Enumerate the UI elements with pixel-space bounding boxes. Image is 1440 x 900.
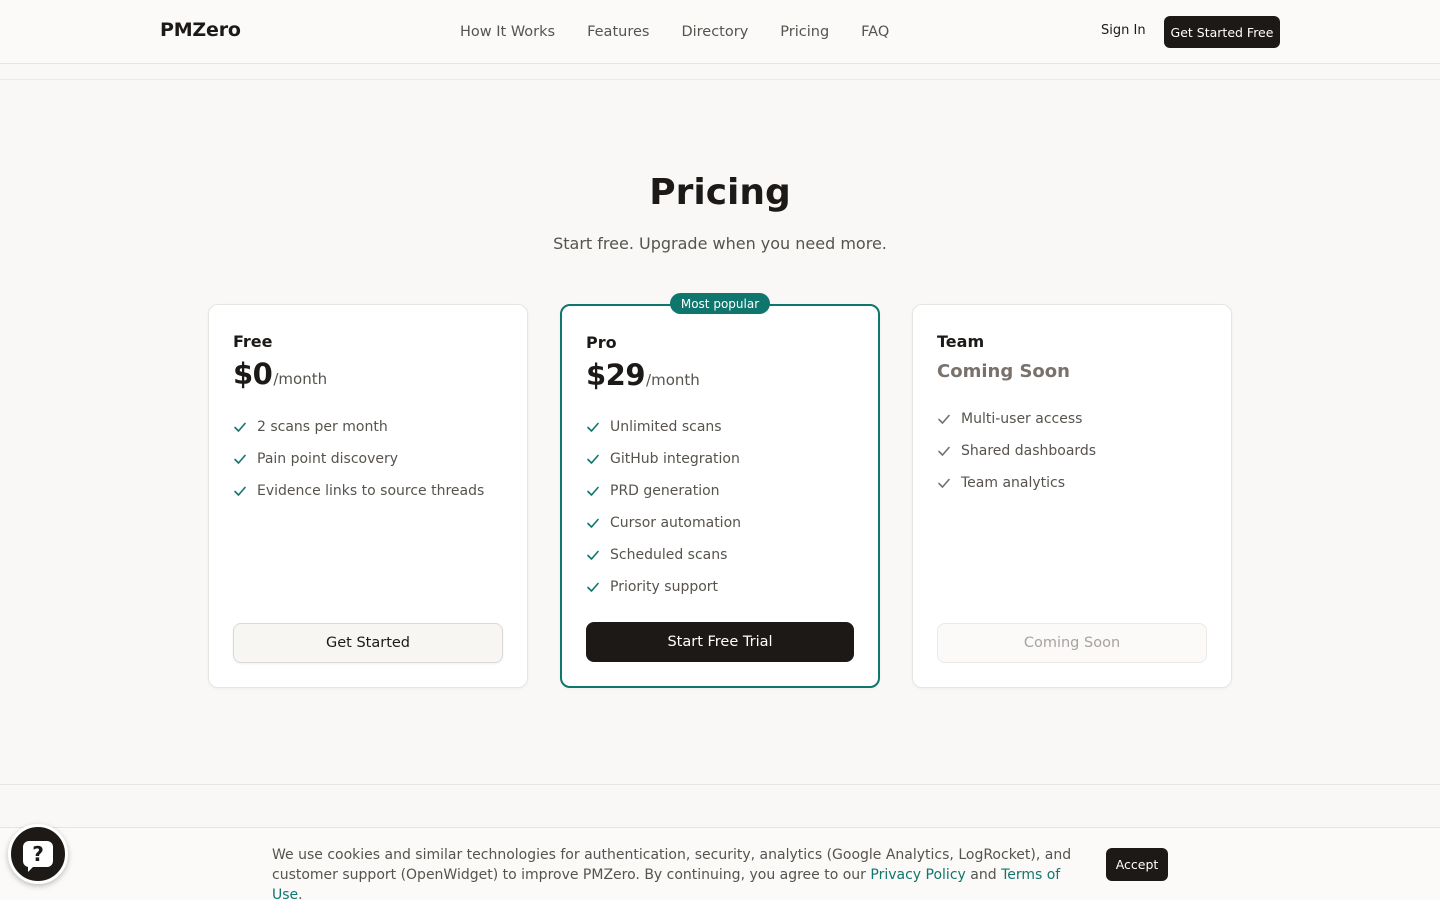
plan-status: Coming Soon [937,361,1070,382]
feature-label: Pain point discovery [257,451,399,467]
price-amount: $29 [586,358,646,392]
feature-item: Unlimited scans [586,411,741,443]
feature-label: PRD generation [610,483,720,499]
cookie-and: and [965,867,1002,883]
feature-item: Cursor automation [586,507,741,539]
feature-list: 2 scans per month Pain point discovery E… [233,411,484,507]
divider [0,79,1440,80]
accept-cookies-button[interactable]: Accept [1106,848,1168,881]
check-icon [587,486,599,496]
cookie-banner: We use cookies and similar technologies … [0,827,1440,900]
plan-card-free: Free $0 /month 2 scans per month Pain po… [208,304,528,688]
check-icon [587,454,599,464]
feature-label: 2 scans per month [257,419,388,435]
cookie-message: We use cookies and similar technologies … [272,845,1092,900]
plan-name: Free [233,332,273,351]
plan-price: $0 /month [233,357,327,391]
price-amount: $0 [233,357,273,391]
start-free-trial-button[interactable]: Start Free Trial [586,622,854,662]
feature-item: Evidence links to source threads [233,475,484,507]
feature-label: Evidence links to source threads [257,483,485,499]
price-period: /month [273,370,328,388]
feature-label: Shared dashboards [961,443,1097,459]
check-icon [234,422,246,432]
get-started-button[interactable]: Get Started [233,623,503,663]
feature-list: Unlimited scans GitHub integration PRD g… [586,411,741,603]
feature-label: Scheduled scans [610,547,728,563]
feature-label: GitHub integration [610,451,740,467]
coming-soon-button: Coming Soon [937,623,1207,663]
pricing-title: Pricing [649,172,791,213]
feature-label: Team analytics [961,475,1066,491]
feature-item: Team analytics [937,467,1096,499]
check-icon [234,454,246,464]
feature-item: 2 scans per month [233,411,484,443]
nav-directory[interactable]: Directory [681,22,748,42]
check-icon [587,518,599,528]
check-icon [587,550,599,560]
feature-list: Multi-user access Shared dashboards Team… [937,403,1096,499]
section-divider [0,784,1440,785]
most-popular-badge: Most popular [670,293,770,314]
privacy-policy-link[interactable]: Privacy Policy [870,867,965,883]
cookie-period: . [298,887,303,900]
question-mark-icon: ? [23,841,53,872]
check-icon [938,478,950,488]
feature-label: Unlimited scans [610,419,722,435]
plan-price: $29 /month [586,358,700,392]
feature-item: Multi-user access [937,403,1096,435]
check-icon [938,446,950,456]
get-started-free-button[interactable]: Get Started Free [1164,16,1280,48]
sign-in-link[interactable]: Sign In [1101,23,1146,38]
help-widget-button[interactable]: ? [8,824,68,884]
pricing-subtitle: Start free. Upgrade when you need more. [553,234,887,253]
feature-item: Shared dashboards [937,435,1096,467]
check-icon [587,582,599,592]
main-nav: How It Works Features Directory Pricing … [460,22,921,42]
feature-item: GitHub integration [586,443,741,475]
site-header: PMZero How It Works Features Directory P… [0,0,1440,64]
feature-item: Scheduled scans [586,539,741,571]
plan-card-pro: Pro $29 /month Unlimited scans GitHub in… [560,304,880,688]
feature-item: Pain point discovery [233,443,484,475]
nav-faq[interactable]: FAQ [861,22,889,42]
feature-label: Priority support [610,579,719,595]
nav-features[interactable]: Features [587,22,649,42]
feature-label: Cursor automation [610,515,742,531]
price-period: /month [646,371,700,389]
feature-label: Multi-user access [961,411,1083,427]
plan-name: Team [937,332,985,351]
plan-name: Pro [586,333,617,352]
nav-how-it-works[interactable]: How It Works [460,22,555,42]
feature-item: Priority support [586,571,741,603]
check-icon [938,414,950,424]
feature-item: PRD generation [586,475,741,507]
brand-logo[interactable]: PMZero [160,19,241,41]
nav-pricing[interactable]: Pricing [780,22,829,42]
check-icon [234,486,246,496]
check-icon [587,422,599,432]
plan-card-team: Team Coming Soon Multi-user access Share… [912,304,1232,688]
